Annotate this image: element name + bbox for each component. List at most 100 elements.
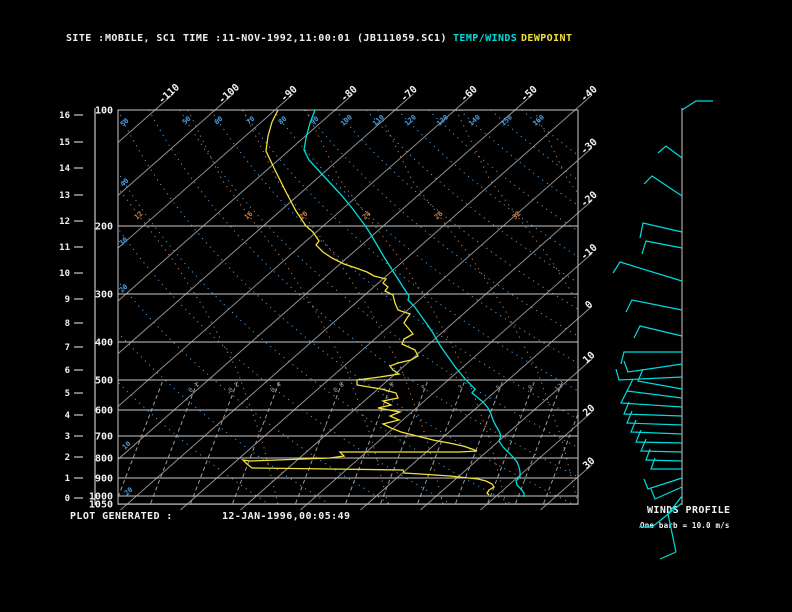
dry-adiabat-label-top: 120 [403,113,418,127]
wind-barb [643,175,683,197]
moist-adiabat-label: 16 [243,210,255,222]
moist-adiabat-line [305,110,507,505]
wind-barb [633,325,683,339]
height-label: 10 [59,269,70,279]
pressure-label: 900 [95,474,113,485]
isotherm-label-top: -40 [579,84,600,104]
isotherm-label-right: 20 [581,403,597,419]
wind-barb [620,390,683,408]
dry-adiabat-line [428,110,578,232]
skewt-plot-svg: -110 -100 -90 -80 -70 -60 -50 -40-30-20-1001020… [59,82,792,560]
pressure-label: 800 [95,454,113,465]
isotherm-label-top: -100 [217,82,242,106]
mixing-ratio-line [454,381,503,505]
height-label: 0 [65,494,70,504]
dry-adiabat-label-top: 150 [499,113,514,127]
wind-barb [625,299,683,313]
mixing-ratio-group [118,381,578,505]
isotherm-label-top: -80 [339,84,360,104]
height-label: 14 [59,164,70,174]
isotherm-line [117,93,234,196]
isotherm-line [117,93,294,249]
dry-adiabat-label-top: 140 [467,113,482,127]
mixing-ratio-line [294,381,343,505]
isotherm-line [480,411,593,511]
wind-barb [630,419,683,435]
dry-adiabat-label-left: 50 [119,117,131,129]
isotherm-label-right: 30 [581,456,597,472]
mixing-ratio-label: 0.1 [187,381,201,395]
pressure-label: 100 [95,106,113,117]
isotherm-line [240,200,593,511]
isotherm-group [117,93,593,511]
plot-border [117,109,579,505]
dewpoint-curve [241,109,495,496]
dry-adiabat-label-top: 160 [531,113,546,127]
isotherm-label-top: -50 [519,84,540,104]
dry-adiabat-line [303,110,578,337]
dry-adiabat-line [521,110,578,156]
isotherm-label-right: -10 [579,242,600,262]
isotherm-label-right: 10 [581,350,597,366]
isotherm-label-top: -110 [157,82,182,106]
pressure-label: 400 [95,338,113,349]
height-label: 5 [65,389,70,399]
dry-adiabat-line [118,331,330,505]
dry-adiabat-line [118,110,573,505]
height-label: 2 [65,453,70,463]
dry-adiabat-line [210,110,578,420]
pressure-label: 700 [95,432,113,443]
pressure-label: 300 [95,290,113,301]
wind-barb [643,477,683,490]
height-label: 3 [65,432,70,442]
moist-adiabat-label: 28 [433,210,445,222]
wind-barb [639,502,683,528]
wind-barb [626,378,683,399]
isotherm-label-top: -90 [279,84,300,104]
dry-adiabat-group [118,110,578,505]
isotherm-label-right: -30 [579,137,600,157]
dry-adiabat-line [365,110,578,284]
wind-barb [620,351,682,365]
moist-adiabat-label: 32 [511,210,523,222]
height-label: 12 [59,217,70,227]
pressure-label: 200 [95,222,113,233]
dry-adiabat-line [118,227,452,505]
dry-adiabat-line [179,110,578,449]
height-label: 13 [59,191,70,201]
mixing-ratio-line [514,381,563,505]
moist-adiabat-line [612,110,792,504]
moist-adiabat-line [118,187,279,505]
isotherm-label-top: -60 [459,84,480,104]
height-label: 8 [65,319,70,329]
mixing-ratio-line [486,381,535,505]
wind-barb [639,222,683,239]
dry-adiabat-label-top: 110 [371,113,386,127]
dry-adiabat-line [241,110,578,392]
wind-barb [615,368,683,381]
wind-barb [659,551,677,560]
isotherm-label-right: -20 [579,190,600,210]
isotherm-label-right: 0 [583,299,595,311]
dry-adiabat-label-top: 70 [245,115,257,127]
moist-adiabat-label: 12 [133,210,145,222]
pressure-grid-group [118,109,578,505]
wind-barb [612,261,683,282]
isotherm-label-top: -70 [399,84,420,104]
wind-barb [623,360,683,373]
wind-barb-group [612,100,713,560]
height-label: 11 [59,243,70,253]
dry-adiabat-label-top: 80 [277,115,289,127]
dry-adiabat-line [490,110,578,181]
temperature-curve [303,109,525,497]
mixing-ratio-label: 0.4 [269,381,283,395]
wind-barb [657,145,683,159]
isotherm-line [117,93,414,355]
pressure-label: 500 [95,376,113,387]
height-label: 4 [65,411,71,421]
mixing-ratio-label: 0.8 [332,381,346,395]
wind-barb [681,100,713,111]
isotherm-line [120,94,593,511]
pressure-label: 600 [95,406,113,417]
height-label: 7 [65,343,70,353]
